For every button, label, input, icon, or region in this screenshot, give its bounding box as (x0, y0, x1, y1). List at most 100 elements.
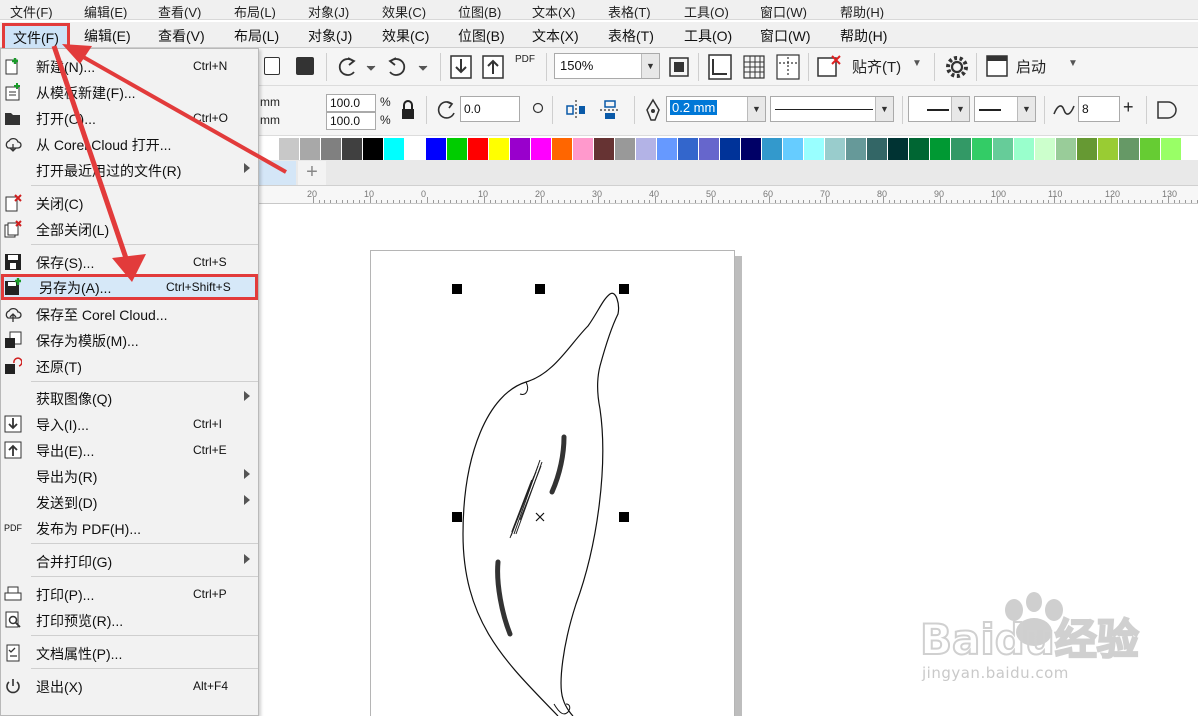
menu-item-print-preview[interactable]: 打印预览(R)... (1, 607, 258, 633)
document-tab[interactable] (258, 161, 296, 185)
color-swatch[interactable] (720, 138, 741, 160)
menu-item-close[interactable]: 关闭(C) (1, 190, 258, 216)
color-swatch[interactable] (615, 138, 636, 160)
export-icon[interactable] (482, 55, 504, 79)
mirror-horizontal-icon[interactable] (564, 98, 588, 122)
menu-item-open-from-cloud[interactable]: 从 Corel Cloud 打开... (1, 131, 258, 157)
menu-item-export[interactable]: 导出(E)... Ctrl+E (1, 437, 258, 463)
plus-icon[interactable]: + (1123, 97, 1134, 118)
color-swatch[interactable] (447, 138, 468, 160)
color-swatch[interactable] (867, 138, 888, 160)
color-swatch[interactable] (741, 138, 762, 160)
chevron-down-icon[interactable]: ▼ (641, 54, 659, 78)
menu-item-save-to-cloud[interactable]: 保存至 Corel Cloud... (1, 301, 258, 327)
color-swatch[interactable] (468, 138, 489, 160)
color-swatch[interactable] (657, 138, 678, 160)
menu-item-new-from-template[interactable]: 从模板新建(F)... (1, 79, 258, 105)
chevron-down-icon[interactable]: ▼ (912, 58, 922, 69)
zoom-combo[interactable]: 150% ▼ (554, 53, 660, 79)
color-swatch[interactable] (846, 138, 867, 160)
menu-item-publish-pdf[interactable]: PDF 发布为 PDF(H)... (1, 515, 258, 541)
outline-width-combo[interactable]: 0.2 mm ▼ (666, 96, 766, 122)
menu-item-document-properties[interactable]: 文档属性(P)... (1, 640, 258, 666)
close-curve-icon[interactable] (1154, 98, 1182, 122)
chevron-down-icon[interactable]: ▼ (875, 97, 893, 121)
menu-view[interactable]: 查看(V) (158, 26, 205, 46)
menu-effects[interactable]: 效果(C) (382, 26, 429, 46)
color-swatch[interactable] (951, 138, 972, 160)
color-swatch[interactable] (678, 138, 699, 160)
menu-edit[interactable]: 编辑(E) (84, 26, 131, 46)
menu-item-import[interactable]: 导入(I)... Ctrl+I (1, 411, 258, 437)
lock-ratio-icon[interactable] (400, 100, 416, 120)
menu-object[interactable]: 对象(J) (308, 26, 352, 46)
menu-item-export-for[interactable]: 导出为(R) (1, 463, 258, 489)
copy-icon[interactable] (264, 57, 280, 75)
color-swatch[interactable] (972, 138, 993, 160)
application-launcher-icon[interactable] (986, 55, 1008, 77)
gear-icon[interactable] (944, 54, 970, 80)
chevron-down-icon[interactable]: ▼ (1068, 58, 1078, 69)
chevron-down-icon[interactable]: ▼ (747, 97, 765, 121)
color-swatch[interactable] (930, 138, 951, 160)
menu-table[interactable]: 表格(T) (608, 26, 654, 46)
snap-to-dropdown[interactable]: 贴齐(T) (852, 56, 901, 77)
color-swatch[interactable] (888, 138, 909, 160)
scale-y-input[interactable]: 100.0 (326, 112, 376, 130)
menu-item-save-as-template[interactable]: 保存为模版(M)... (1, 327, 258, 353)
curve-value-input[interactable]: 8 (1078, 96, 1120, 122)
chevron-down-icon[interactable]: ▼ (1017, 97, 1035, 121)
color-swatch[interactable] (279, 138, 300, 160)
color-swatch[interactable] (510, 138, 531, 160)
line-style-combo[interactable]: ▼ (770, 96, 894, 122)
full-screen-icon[interactable] (668, 56, 690, 78)
menu-item-open[interactable]: 打开(O)... Ctrl+O (1, 105, 258, 131)
color-swatch[interactable] (384, 138, 405, 160)
guidelines-icon[interactable] (776, 54, 800, 80)
menu-item-print[interactable]: 打印(P)... Ctrl+P (1, 581, 258, 607)
menu-text[interactable]: 文本(X) (532, 26, 579, 46)
color-swatch[interactable] (594, 138, 615, 160)
color-swatch[interactable] (300, 138, 321, 160)
color-swatch[interactable] (1077, 138, 1098, 160)
menu-window[interactable]: 窗口(W) (760, 26, 811, 46)
menu-item-acquire-image[interactable]: 获取图像(Q) (1, 385, 258, 411)
color-swatch[interactable] (1014, 138, 1035, 160)
mirror-vertical-icon[interactable] (598, 98, 622, 122)
publish-pdf-icon[interactable]: PDF (515, 54, 535, 65)
menu-layout[interactable]: 布局(L) (234, 26, 279, 46)
grid-icon[interactable] (742, 54, 766, 80)
color-swatch[interactable] (909, 138, 930, 160)
menu-item-new[interactable]: 新建(N)... Ctrl+N (1, 53, 258, 79)
rulers-icon[interactable] (708, 54, 732, 80)
start-arrow-combo[interactable]: ▼ (908, 96, 970, 122)
color-swatch[interactable] (699, 138, 720, 160)
menu-item-open-recent[interactable]: 打开最近用过的文件(R) (1, 157, 258, 183)
menu-item-save[interactable]: 保存(S)... Ctrl+S (1, 249, 258, 275)
color-swatch[interactable] (321, 138, 342, 160)
menu-item-close-all[interactable]: 全部关闭(L) (1, 216, 258, 242)
color-swatch[interactable] (1161, 138, 1182, 160)
chevron-down-icon[interactable]: ▼ (951, 97, 969, 121)
menu-tools[interactable]: 工具(O) (684, 26, 732, 46)
color-swatch[interactable] (258, 138, 279, 160)
color-swatch[interactable] (552, 138, 573, 160)
color-swatch[interactable] (1035, 138, 1056, 160)
color-swatch[interactable] (363, 138, 384, 160)
color-swatch[interactable] (804, 138, 825, 160)
color-swatch[interactable] (1140, 138, 1161, 160)
paste-icon[interactable] (296, 57, 314, 75)
import-icon[interactable] (450, 55, 472, 79)
color-swatch[interactable] (426, 138, 447, 160)
rotation-input[interactable]: 0.0 (460, 96, 520, 122)
horizontal-ruler[interactable]: 20100102030405060708090100110120130140 (258, 186, 1198, 204)
color-swatch[interactable] (531, 138, 552, 160)
color-swatch[interactable] (342, 138, 363, 160)
color-swatch[interactable] (762, 138, 783, 160)
color-swatch[interactable] (1119, 138, 1140, 160)
scale-x-input[interactable]: 100.0 (326, 94, 376, 112)
menu-help[interactable]: 帮助(H) (840, 26, 887, 46)
menu-bitmaps[interactable]: 位图(B) (458, 26, 505, 46)
undo-icon[interactable] (336, 56, 380, 78)
color-swatch[interactable] (636, 138, 657, 160)
